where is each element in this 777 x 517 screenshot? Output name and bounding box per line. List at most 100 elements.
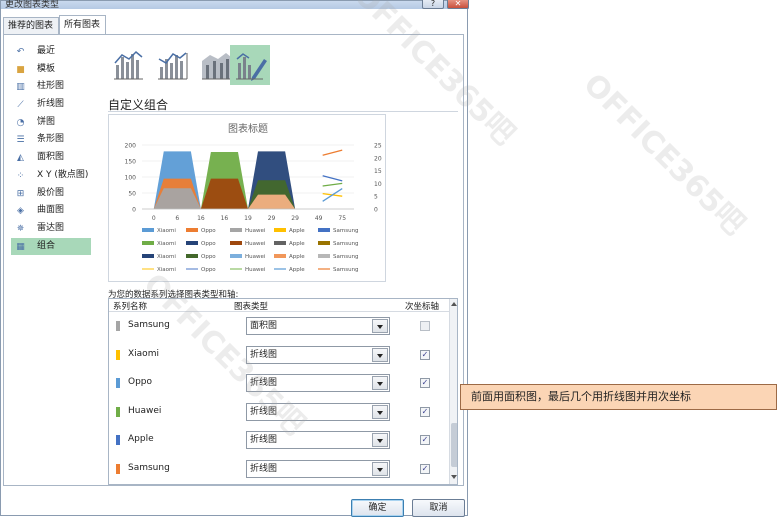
chart-type-value: 折线图 xyxy=(250,435,278,445)
sidebar-item-scatter[interactable]: ⁘ X Y (散点图) xyxy=(11,167,91,185)
table-row: Samsung 面积图 xyxy=(109,312,449,341)
series-table: 系列名称 图表类型 次坐标轴 Samsung 面积图 Xiaomi 折线图 ✓ … xyxy=(108,298,458,485)
sidebar-item-label: 曲面图 xyxy=(37,205,65,216)
chart-type-value: 折线图 xyxy=(250,463,278,474)
sidebar-item-label: 模板 xyxy=(37,63,56,74)
x-tick-label: 49 xyxy=(315,215,323,222)
series-name: Huawei xyxy=(128,405,162,416)
x-tick-label: 29 xyxy=(291,215,299,222)
legend-key xyxy=(230,228,242,232)
chart-type-value: 折线图 xyxy=(250,349,278,360)
secondary-axis-checkbox[interactable] xyxy=(420,321,430,331)
close-button[interactable]: ✕ xyxy=(447,0,469,9)
scroll-thumb[interactable] xyxy=(451,423,457,467)
custom-combo-pencil-icon xyxy=(236,53,267,81)
y2-tick-label: 25 xyxy=(374,143,382,150)
chart-type-select[interactable]: 折线图 xyxy=(246,374,390,392)
sidebar-item-radar[interactable]: ✵ 雷达图 xyxy=(11,220,91,238)
folder-icon: ■ xyxy=(16,64,25,75)
ok-button[interactable]: 确定 xyxy=(351,499,404,517)
legend-entry: Xiaomi xyxy=(157,228,176,234)
table-row: Samsung 折线图 ✓ xyxy=(109,455,449,484)
cancel-button[interactable]: 取消 xyxy=(412,499,465,517)
scroll-down-icon[interactable] xyxy=(451,475,457,479)
legend-entry: Apple xyxy=(289,228,305,234)
legend-entry: Huawei xyxy=(245,254,266,260)
series-color-swatch xyxy=(116,349,120,360)
sidebar-item-bar[interactable]: ☰ 条形图 xyxy=(11,131,91,149)
legend-entry: Samsung xyxy=(333,267,359,273)
x-tick-label: 29 xyxy=(268,215,276,222)
combo-clustered-line-option[interactable] xyxy=(108,45,148,85)
legend-entry: Huawei xyxy=(245,241,266,247)
sidebar-item-label: 面积图 xyxy=(37,152,65,163)
legend-entry: Apple xyxy=(289,241,305,247)
chart-type-select[interactable]: 折线图 xyxy=(246,345,390,364)
column-chart-icon: ▥ xyxy=(16,82,25,93)
chart-type-value: 面积图 xyxy=(250,321,278,331)
sidebar-item-stock[interactable]: ⊞ 股价图 xyxy=(11,185,91,203)
help-button[interactable]: ? xyxy=(422,0,444,9)
secondary-axis-checkbox[interactable]: ✓ xyxy=(420,349,430,360)
legend-key xyxy=(142,228,154,232)
legend-key xyxy=(274,254,286,258)
secondary-axis-checkbox[interactable]: ✓ xyxy=(420,463,430,474)
legend-key xyxy=(274,228,286,232)
chart-title: 图表标题 xyxy=(228,122,268,135)
chevron-down-icon[interactable] xyxy=(372,319,388,333)
x-tick-label: 19 xyxy=(244,215,252,222)
legend-key xyxy=(142,241,154,245)
legend-entry: Xiaomi xyxy=(157,254,176,260)
combo-secondary-line-option[interactable] xyxy=(152,45,192,85)
divider xyxy=(108,111,458,112)
series-name: Apple xyxy=(128,434,154,444)
surface-chart-icon: ◈ xyxy=(17,206,24,217)
x-tick-label: 16 xyxy=(197,215,205,222)
sidebar-item-label: 组合 xyxy=(37,240,56,251)
chart-type-select[interactable]: 面积图 xyxy=(246,317,390,335)
sidebar-item-column[interactable]: ▥ 柱形图 xyxy=(11,78,91,96)
legend-entry: Oppo xyxy=(201,267,216,273)
chart-type-select[interactable]: 折线图 xyxy=(246,431,390,449)
sidebar-item-templates[interactable]: ■ 模板 xyxy=(11,61,91,79)
scroll-up-icon[interactable] xyxy=(451,302,457,306)
sidebar-item-area[interactable]: ◭ 面积图 xyxy=(11,149,91,167)
chevron-down-icon[interactable] xyxy=(372,433,388,447)
legend-entry: Oppo xyxy=(201,241,216,247)
series-name: Samsung xyxy=(128,462,170,473)
chevron-down-icon[interactable] xyxy=(372,461,388,476)
line-series xyxy=(322,182,343,187)
chart-preview-svg: 图表标题 0 50 100 150 200 0 5 10 15 20 25 0 6 16 16 19 29 29 49… xyxy=(125,122,382,273)
chevron-down-icon[interactable] xyxy=(372,404,388,419)
table-row: Oppo 折线图 ✓ xyxy=(109,369,449,398)
x-tick-label: 6 xyxy=(175,215,179,222)
secondary-axis-checkbox[interactable]: ✓ xyxy=(420,406,430,417)
sidebar-item-label: 柱形图 xyxy=(37,81,65,92)
chevron-down-icon[interactable] xyxy=(372,376,388,390)
radar-chart-icon: ✵ xyxy=(16,223,25,234)
sidebar-item-surface[interactable]: ◈ 曲面图 xyxy=(11,202,91,220)
pie-chart-icon: ◔ xyxy=(16,117,25,128)
table-row: Apple 折线图 ✓ xyxy=(109,426,449,455)
chart-type-select[interactable]: 折线图 xyxy=(246,402,390,421)
sidebar-item-recent[interactable]: ↶ 最近 xyxy=(11,43,91,61)
combo-column-line-secondary-icon xyxy=(158,52,188,80)
column-header-series-name: 系列名称 xyxy=(113,302,148,312)
custom-combination-option[interactable] xyxy=(230,45,270,85)
sidebar-item-combo[interactable]: ▦ 组合 xyxy=(11,237,91,256)
sidebar-item-pie[interactable]: ◔ 饼图 xyxy=(11,114,91,132)
tab-all-charts[interactable]: 所有图表 xyxy=(59,15,106,35)
line-series xyxy=(322,187,343,202)
series-color-swatch xyxy=(116,406,120,417)
tab-recommended-charts[interactable]: 推荐的图表 xyxy=(3,17,59,35)
secondary-axis-checkbox[interactable]: ✓ xyxy=(420,378,430,388)
legend-key xyxy=(318,241,330,245)
sidebar-item-line[interactable]: ⟋ 折线图 xyxy=(11,96,91,114)
watermark: OFFICE365吧 xyxy=(576,66,752,243)
chart-type-select[interactable]: 折线图 xyxy=(246,459,390,478)
title-bar: 更改图表类型 ? ✕ xyxy=(1,0,469,10)
chevron-down-icon[interactable] xyxy=(372,347,388,362)
line-series xyxy=(322,149,343,156)
table-scrollbar[interactable] xyxy=(449,299,457,484)
secondary-axis-checkbox[interactable]: ✓ xyxy=(420,435,430,445)
